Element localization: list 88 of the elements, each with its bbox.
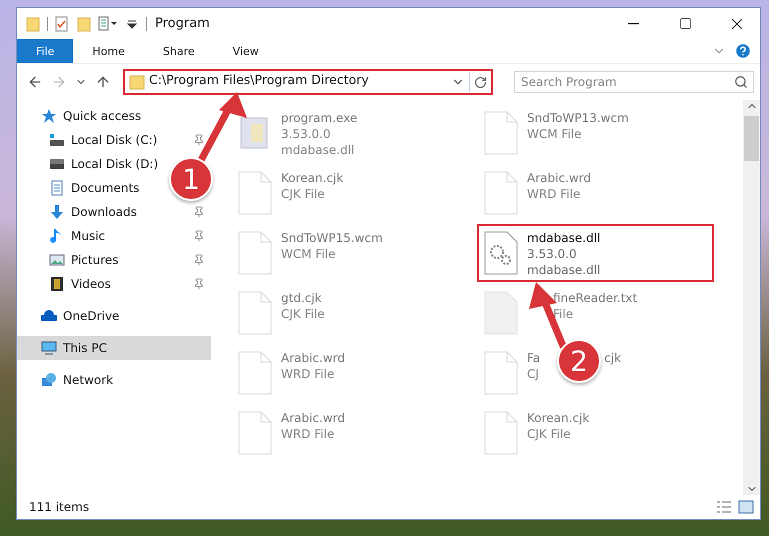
file-icon[interactable] [237,230,273,276]
file-detail: mdabase.dll [281,142,356,158]
refresh-icon [474,76,487,88]
sidebar-item[interactable]: Local Disk (C:) [17,128,211,152]
file-detail: WRD File [281,426,336,442]
file-icon[interactable] [237,410,273,456]
pin-icon [193,278,205,290]
file-detail: CJK File [527,426,572,442]
sidebar-item[interactable]: Quick access [17,104,148,128]
network-icon [41,372,57,388]
file-icon[interactable] [483,410,519,456]
details-view-icon[interactable] [716,499,732,515]
file-name[interactable]: Korean.cjk [527,410,590,426]
pc-icon [41,340,57,356]
sidebar-item[interactable]: Network [17,368,120,392]
file-detail: CJK File [281,306,325,322]
file-name[interactable]: mdabase.dll [527,230,600,246]
file-detail: mdabase.dll [527,262,600,278]
file-icon[interactable] [237,350,273,396]
pin-icon [193,134,205,146]
step-number: 1 [169,157,213,201]
help-icon[interactable] [734,42,752,60]
ribbon-tab[interactable]: View [214,39,278,63]
properties-icon[interactable] [98,16,118,32]
sidebar-item[interactable]: This PC [17,336,211,360]
file-name[interactable]: gtd.cjk [281,290,322,306]
pin-icon [193,230,205,242]
file-detail: 3.53.0.0 [281,126,332,142]
file-name[interactable]: SndToWP13.wcm [527,110,629,126]
gear-file-icon[interactable] [483,230,519,276]
scroll-thumb[interactable] [744,116,759,161]
file-name[interactable]: Arabic.wrd [281,350,346,366]
file-name[interactable]: Korean.cjk [281,170,344,186]
file-name[interactable]: cjk [604,350,622,366]
file-name[interactable]: Arabic.wrd [527,170,592,186]
window-title: Program [155,16,210,31]
pin-icon [193,206,205,218]
file-detail: File [553,306,574,322]
address-path: C:\Program Files\Program Directory [148,73,370,87]
file-name[interactable]: program.exe [281,110,358,126]
file-detail: WCM File [281,246,336,262]
ribbon-tab[interactable]: Home [73,39,144,63]
file-detail: WRD File [527,186,582,202]
sidebar-item[interactable]: Local Disk (D:) [17,152,164,176]
minimize-icon [628,22,638,24]
disk-c-icon [49,132,65,148]
file-name[interactable]: fineReader.txt [553,290,638,306]
file-detail: 3.53.0.0 [527,246,578,262]
scrollbar[interactable] [743,100,760,495]
downloads-icon [49,204,65,220]
sidebar-item[interactable]: Videos [17,272,211,296]
sidebar-item[interactable]: Downloads [17,200,211,224]
file-icon[interactable] [483,290,519,336]
large-icons-view-icon[interactable] [738,499,754,515]
pictures-icon [49,252,65,268]
search-icon[interactable] [734,75,748,89]
cloud-icon [41,308,57,324]
file-icon[interactable] [483,350,519,396]
folder-icon[interactable] [76,16,92,32]
file-name[interactable]: Arabic.wrd [281,410,346,426]
file-icon[interactable] [237,290,273,336]
ribbon-tab[interactable]: Share [144,39,214,63]
sidebar-item[interactable]: Music [17,224,211,248]
search-field[interactable]: Search Program [514,71,754,93]
sidebar-item[interactable]: Documents [17,176,146,200]
file-icon[interactable] [483,110,519,156]
videos-icon [49,276,65,292]
step-number: 2 [557,339,601,383]
documents-icon [49,180,65,196]
file-name[interactable]: Fa [527,350,540,366]
file-detail: WCM File [527,126,582,142]
file-name[interactable]: SndToWP15.wcm [281,230,383,246]
address-bar[interactable]: C:\Program Files\Program Directory [123,69,493,95]
folder-icon [129,74,145,90]
star-icon [41,108,57,124]
file-detail: CJK File [281,186,326,202]
item-count: 111 items [29,500,90,514]
sidebar-item[interactable]: OneDrive [17,304,126,328]
file-icon[interactable] [237,170,273,216]
maximize-icon [678,17,692,30]
pin-icon [193,254,205,266]
sidebar-item[interactable]: Pictures [17,248,211,272]
file-detail: WRD File [281,366,336,382]
file-detail: CJ [527,366,540,382]
file-menu-tab[interactable]: File [17,39,74,63]
folder-icon[interactable] [25,16,41,32]
file-icon[interactable] [483,170,519,216]
checklist-icon[interactable] [54,16,70,32]
